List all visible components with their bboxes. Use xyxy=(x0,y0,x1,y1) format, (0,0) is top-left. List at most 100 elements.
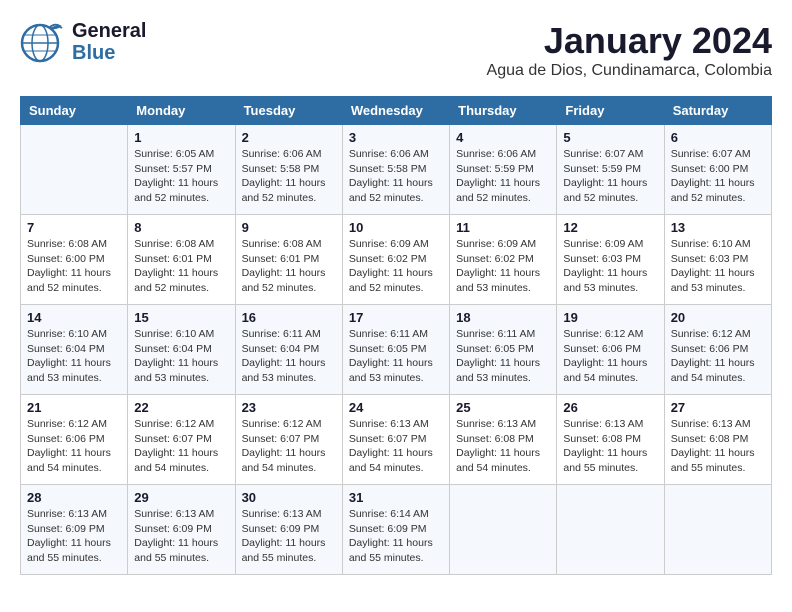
calendar-week-3: 14 Sunrise: 6:10 AM Sunset: 6:04 PM Dayli… xyxy=(21,305,772,395)
day-info: Sunrise: 6:06 AM Sunset: 5:58 PM Dayligh… xyxy=(349,147,443,206)
day-number: 6 xyxy=(671,130,765,145)
day-info: Sunrise: 6:13 AM Sunset: 6:08 PM Dayligh… xyxy=(563,417,657,476)
calendar-cell: 21Sunrise: 6:12 AM Sunset: 6:06 PM Dayli… xyxy=(21,395,128,485)
day-number: 14 xyxy=(27,310,121,325)
day-number: 9 xyxy=(242,220,336,235)
calendar-cell: 13 Sunrise: 6:10 AM Sunset: 6:03 PM Dayli… xyxy=(664,215,771,305)
day-number: 15 xyxy=(134,310,228,325)
calendar-cell: 10 Sunrise: 6:09 AM Sunset: 6:02 PM Dayli… xyxy=(342,215,449,305)
day-number: 3 xyxy=(349,130,443,145)
day-info: Sunrise: 6:12 AM Sunset: 6:06 PM Dayligh… xyxy=(563,327,657,386)
day-info: Sunrise: 6:14 AM Sunset: 6:09 PM Dayligh… xyxy=(349,507,443,566)
day-number: 31 xyxy=(349,490,443,505)
day-info: Sunrise: 6:08 AM Sunset: 6:01 PM Dayligh… xyxy=(134,237,228,296)
calendar-cell xyxy=(557,485,664,575)
day-info: Sunrise: 6:12 AM Sunset: 6:07 PM Dayligh… xyxy=(134,417,228,476)
calendar-cell: 15Sunrise: 6:10 AM Sunset: 6:04 PM Dayli… xyxy=(128,305,235,395)
calendar-cell xyxy=(450,485,557,575)
day-info: Sunrise: 6:11 AM Sunset: 6:05 PM Dayligh… xyxy=(456,327,550,386)
day-number: 10 xyxy=(349,220,443,235)
calendar-cell: 5Sunrise: 6:07 AM Sunset: 5:59 PM Daylig… xyxy=(557,125,664,215)
day-info: Sunrise: 6:09 AM Sunset: 6:02 PM Dayligh… xyxy=(349,237,443,296)
day-number: 22 xyxy=(134,400,228,415)
day-info: Sunrise: 6:07 AM Sunset: 6:00 PM Dayligh… xyxy=(671,147,765,206)
day-number: 27 xyxy=(671,400,765,415)
logo-general: General xyxy=(72,20,146,42)
day-info: Sunrise: 6:08 AM Sunset: 6:00 PM Dayligh… xyxy=(27,237,121,296)
calendar-table: SundayMondayTuesdayWednesdayThursdayFrid… xyxy=(20,96,772,575)
day-info: Sunrise: 6:10 AM Sunset: 6:03 PM Dayligh… xyxy=(671,237,765,296)
logo-blue: Blue xyxy=(72,42,146,64)
weekday-header-wednesday: Wednesday xyxy=(342,97,449,125)
day-number: 5 xyxy=(563,130,657,145)
calendar-cell: 11 Sunrise: 6:09 AM Sunset: 6:02 PM Dayli… xyxy=(450,215,557,305)
day-number: 26 xyxy=(563,400,657,415)
day-info: Sunrise: 6:06 AM Sunset: 5:59 PM Dayligh… xyxy=(456,147,550,206)
day-number: 16 xyxy=(242,310,336,325)
calendar-cell: 16Sunrise: 6:11 AM Sunset: 6:04 PM Dayli… xyxy=(235,305,342,395)
day-number: 2 xyxy=(242,130,336,145)
calendar-cell: 26 Sunrise: 6:13 AM Sunset: 6:08 PM Dayli… xyxy=(557,395,664,485)
day-number: 30 xyxy=(242,490,336,505)
day-info: Sunrise: 6:08 AM Sunset: 6:01 PM Dayligh… xyxy=(242,237,336,296)
day-info: Sunrise: 6:13 AM Sunset: 6:08 PM Dayligh… xyxy=(456,417,550,476)
calendar-week-1: 1 Sunrise: 6:05 AM Sunset: 5:57 PM Daylig… xyxy=(21,125,772,215)
day-number: 11 xyxy=(456,220,550,235)
day-info: Sunrise: 6:10 AM Sunset: 6:04 PM Dayligh… xyxy=(27,327,121,386)
day-number: 4 xyxy=(456,130,550,145)
day-info: Sunrise: 6:13 AM Sunset: 6:09 PM Dayligh… xyxy=(134,507,228,566)
weekday-header-sunday: Sunday xyxy=(21,97,128,125)
calendar-week-2: 7 Sunrise: 6:08 AM Sunset: 6:00 PM Daylig… xyxy=(21,215,772,305)
weekday-header-tuesday: Tuesday xyxy=(235,97,342,125)
calendar-cell: 9 Sunrise: 6:08 AM Sunset: 6:01 PM Daylig… xyxy=(235,215,342,305)
title-block: January 2024 Agua de Dios, Cundinamarca,… xyxy=(487,20,772,80)
day-info: Sunrise: 6:09 AM Sunset: 6:02 PM Dayligh… xyxy=(456,237,550,296)
day-number: 20 xyxy=(671,310,765,325)
calendar-cell: 8Sunrise: 6:08 AM Sunset: 6:01 PM Daylig… xyxy=(128,215,235,305)
calendar-cell: 28 Sunrise: 6:13 AM Sunset: 6:09 PM Dayli… xyxy=(21,485,128,575)
day-number: 12 xyxy=(563,220,657,235)
day-info: Sunrise: 6:13 AM Sunset: 6:09 PM Dayligh… xyxy=(27,507,121,566)
calendar-cell: 2Sunrise: 6:06 AM Sunset: 5:58 PM Daylig… xyxy=(235,125,342,215)
calendar-cell: 27 Sunrise: 6:13 AM Sunset: 6:08 PM Dayli… xyxy=(664,395,771,485)
calendar-cell xyxy=(21,125,128,215)
day-number: 17 xyxy=(349,310,443,325)
month-title: January 2024 xyxy=(487,20,772,62)
calendar-cell: 18 Sunrise: 6:11 AM Sunset: 6:05 PM Dayli… xyxy=(450,305,557,395)
day-number: 13 xyxy=(671,220,765,235)
day-info: Sunrise: 6:12 AM Sunset: 6:07 PM Dayligh… xyxy=(242,417,336,476)
calendar-cell: 22 Sunrise: 6:12 AM Sunset: 6:07 PM Dayli… xyxy=(128,395,235,485)
weekday-header-friday: Friday xyxy=(557,97,664,125)
calendar-cell: 24Sunrise: 6:13 AM Sunset: 6:07 PM Dayli… xyxy=(342,395,449,485)
day-number: 28 xyxy=(27,490,121,505)
day-number: 25 xyxy=(456,400,550,415)
calendar-week-4: 21Sunrise: 6:12 AM Sunset: 6:06 PM Dayli… xyxy=(21,395,772,485)
calendar-cell: 6 Sunrise: 6:07 AM Sunset: 6:00 PM Daylig… xyxy=(664,125,771,215)
calendar-cell: 14 Sunrise: 6:10 AM Sunset: 6:04 PM Dayli… xyxy=(21,305,128,395)
day-number: 29 xyxy=(134,490,228,505)
calendar-cell: 29 Sunrise: 6:13 AM Sunset: 6:09 PM Dayli… xyxy=(128,485,235,575)
calendar-cell: 25 Sunrise: 6:13 AM Sunset: 6:08 PM Dayli… xyxy=(450,395,557,485)
day-info: Sunrise: 6:12 AM Sunset: 6:06 PM Dayligh… xyxy=(671,327,765,386)
calendar-cell: 1 Sunrise: 6:05 AM Sunset: 5:57 PM Daylig… xyxy=(128,125,235,215)
day-number: 23 xyxy=(242,400,336,415)
day-info: Sunrise: 6:13 AM Sunset: 6:08 PM Dayligh… xyxy=(671,417,765,476)
day-number: 7 xyxy=(27,220,121,235)
day-number: 1 xyxy=(134,130,228,145)
day-info: Sunrise: 6:05 AM Sunset: 5:57 PM Dayligh… xyxy=(134,147,228,206)
calendar-cell: 31 Sunrise: 6:14 AM Sunset: 6:09 PM Dayli… xyxy=(342,485,449,575)
page-header: General Blue January 2024 Agua de Dios, … xyxy=(20,20,772,80)
day-info: Sunrise: 6:12 AM Sunset: 6:06 PM Dayligh… xyxy=(27,417,121,476)
calendar-cell: 20 Sunrise: 6:12 AM Sunset: 6:06 PM Dayli… xyxy=(664,305,771,395)
calendar-cell: 12 Sunrise: 6:09 AM Sunset: 6:03 PM Dayli… xyxy=(557,215,664,305)
day-info: Sunrise: 6:09 AM Sunset: 6:03 PM Dayligh… xyxy=(563,237,657,296)
weekday-header-monday: Monday xyxy=(128,97,235,125)
calendar-cell: 3 Sunrise: 6:06 AM Sunset: 5:58 PM Daylig… xyxy=(342,125,449,215)
day-number: 18 xyxy=(456,310,550,325)
weekday-header-row: SundayMondayTuesdayWednesdayThursdayFrid… xyxy=(21,97,772,125)
day-info: Sunrise: 6:11 AM Sunset: 6:05 PM Dayligh… xyxy=(349,327,443,386)
calendar-cell: 7 Sunrise: 6:08 AM Sunset: 6:00 PM Daylig… xyxy=(21,215,128,305)
calendar-cell: 30Sunrise: 6:13 AM Sunset: 6:09 PM Dayli… xyxy=(235,485,342,575)
calendar-cell: 23 Sunrise: 6:12 AM Sunset: 6:07 PM Dayli… xyxy=(235,395,342,485)
location-title: Agua de Dios, Cundinamarca, Colombia xyxy=(487,62,772,80)
